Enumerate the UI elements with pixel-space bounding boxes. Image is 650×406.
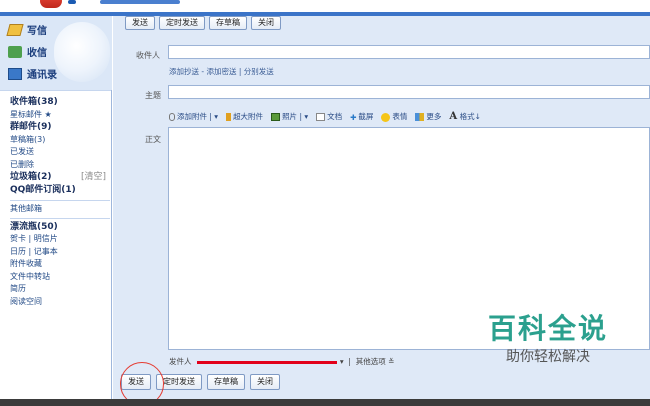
folder-drafts[interactable]: 草稿箱(3): [10, 134, 110, 147]
emoji-button[interactable]: 表情: [381, 111, 407, 122]
qq-logo: [40, 0, 62, 8]
folder-resume[interactable]: 简历: [10, 283, 110, 296]
top-bar: [0, 0, 650, 12]
pencil-icon: [6, 23, 24, 36]
cc-links[interactable]: 添加抄送 - 添加密送 | 分别发送: [169, 66, 274, 77]
folder-list: 收件箱(38) 星标邮件 ★ 群邮件(9) 草稿箱(3) 已发送 已删除 垃圾箱…: [10, 96, 110, 308]
format-button[interactable]: A 格式↓: [449, 111, 480, 122]
redacted-sender[interactable]: [196, 360, 337, 364]
folder-group[interactable]: 群邮件(9): [10, 121, 110, 134]
save-draft-button[interactable]: 存草稿: [207, 374, 245, 390]
screenshot-button[interactable]: ✚ 截屏: [350, 111, 373, 122]
folder-reading[interactable]: 阅读空间: [10, 296, 110, 309]
attach-button[interactable]: 添加附件 | ▾: [169, 111, 218, 122]
folder-attachments[interactable]: 附件收藏: [10, 258, 110, 271]
save-draft-button-top[interactable]: 存草稿: [209, 16, 247, 30]
folder-starred[interactable]: 星标邮件 ★: [10, 109, 110, 122]
paperclip-icon: [169, 113, 175, 121]
more-button[interactable]: 更多: [415, 111, 441, 122]
decorative-bubble: [54, 22, 110, 82]
subject-label: 主题: [145, 91, 161, 100]
top-nav-fragment: [100, 0, 180, 4]
folder-drift-bottle[interactable]: 漂流瓶(50): [10, 218, 110, 233]
big-attach-button[interactable]: 超大附件: [226, 111, 263, 122]
folder-spam[interactable]: 垃圾箱(2) [清空]: [10, 171, 110, 184]
close-button[interactable]: 关闭: [250, 374, 280, 390]
large-attachment-icon: [226, 113, 232, 121]
inbox-icon: [8, 45, 22, 58]
inbox-link[interactable]: 收信: [8, 44, 47, 59]
bottom-bar: [0, 399, 650, 406]
sender-row: 发件人 ▾ | 其他选项 ≚: [169, 357, 395, 366]
to-label: 收件人: [136, 51, 160, 60]
sidebar-header: 写信 收信 通讯录: [0, 16, 112, 90]
schedule-send-button-top[interactable]: 定时发送: [159, 16, 205, 30]
folder-file-transfer[interactable]: 文件中转站: [10, 271, 110, 284]
divider: [0, 90, 111, 91]
watermark: 百科全说 助你轻松解决: [462, 312, 634, 378]
editor-toolbar: 添加附件 | ▾ 超大附件 照片 | ▾ 文档 ✚ 截屏 表情 更多 A 格式↓: [169, 111, 481, 122]
folder-sent[interactable]: 已发送: [10, 146, 110, 159]
compose-link[interactable]: 写信: [6, 22, 47, 37]
font-icon: A: [449, 111, 458, 122]
doc-button[interactable]: 文档: [316, 111, 342, 122]
to-field[interactable]: [168, 45, 650, 59]
contacts-icon: [8, 67, 22, 80]
send-button-top[interactable]: 发送: [125, 16, 155, 30]
subject-field[interactable]: [168, 85, 650, 99]
smiley-icon: [381, 112, 391, 122]
clean-spam-link[interactable]: [清空]: [81, 171, 106, 184]
crop-icon: ✚: [350, 113, 357, 122]
watermark-title: 百科全说: [487, 312, 608, 345]
watermark-subtitle: 助你轻松解决: [506, 349, 590, 365]
top-toolbar: 发送 定时发送 存草稿 关闭: [125, 16, 281, 30]
body-label: 正文: [145, 135, 161, 144]
folder-inbox[interactable]: 收件箱(38): [10, 96, 110, 109]
more-icon: [415, 113, 425, 121]
document-icon: [316, 113, 326, 121]
photo-icon: [271, 113, 281, 121]
sidebar: 写信 收信 通讯录 收件箱(38) 星标邮件 ★ 群邮件(9) 草稿箱(3) 已…: [0, 16, 112, 406]
top-nav-fragment: [68, 0, 76, 4]
contacts-link[interactable]: 通讯录: [8, 66, 57, 81]
folder-cards[interactable]: 贺卡 | 明信片: [10, 233, 110, 246]
folder-calendar[interactable]: 日历 | 记事本: [10, 246, 110, 259]
photo-button[interactable]: 照片 | ▾: [271, 111, 308, 122]
folder-other-mailboxes[interactable]: 其他邮箱: [10, 200, 110, 215]
close-button-top[interactable]: 关闭: [251, 16, 281, 30]
folder-deleted[interactable]: 已删除: [10, 159, 110, 172]
folder-subscriptions[interactable]: QQ邮件订阅(1): [10, 184, 110, 197]
other-options-link[interactable]: 其他选项 ≚: [356, 357, 395, 366]
